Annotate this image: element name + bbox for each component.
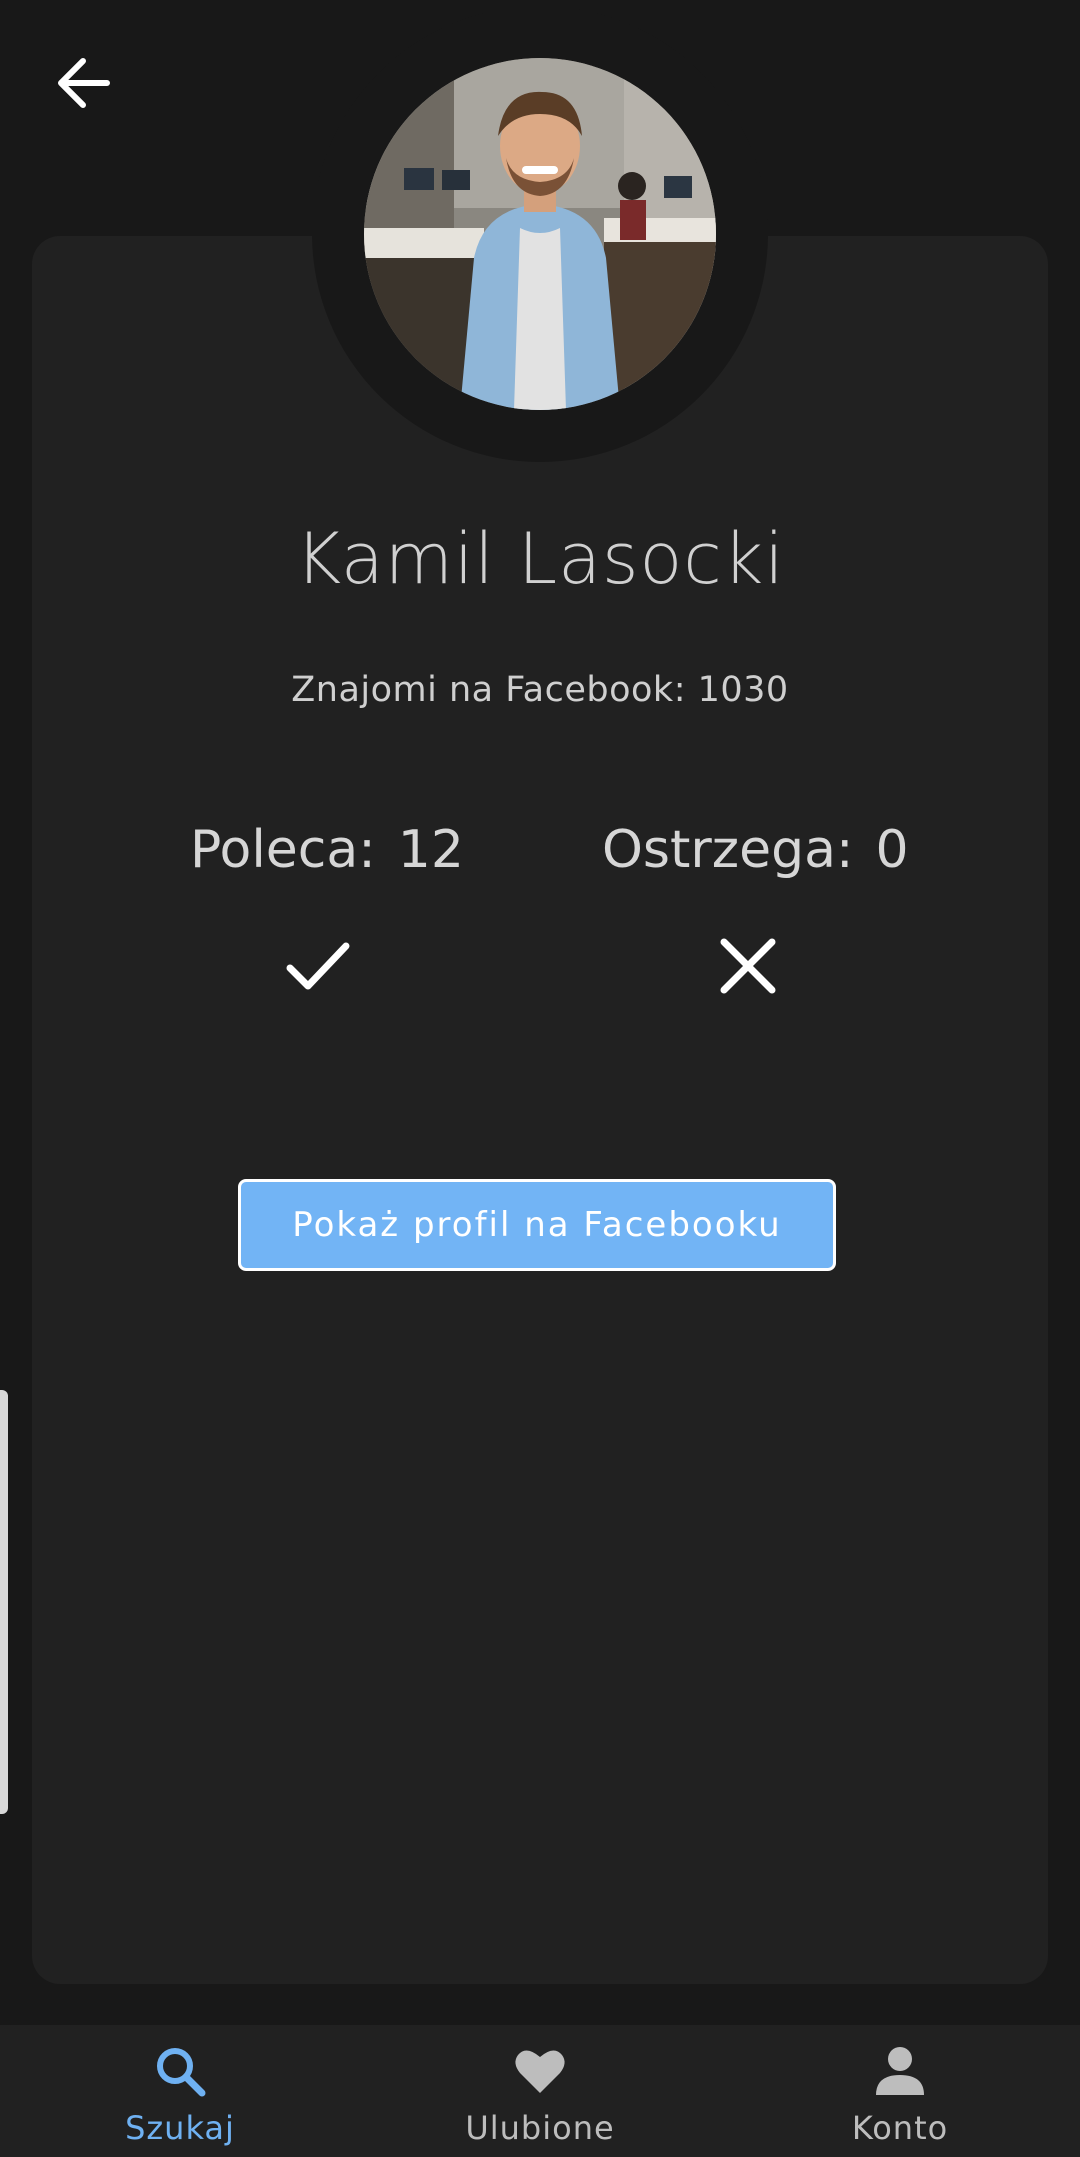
nav-label-account: Konto — [851, 2109, 949, 2147]
recommends-label: Poleca: — [190, 820, 376, 880]
nav-label-search: Szukaj — [125, 2109, 235, 2147]
warn-button[interactable] — [712, 930, 784, 1002]
nav-item-favorites[interactable]: Ulubione — [420, 2025, 660, 2157]
bottom-navigation: Szukaj Ulubione Konto — [0, 2025, 1080, 2157]
nav-label-favorites: Ulubione — [465, 2109, 615, 2147]
warns-stat: Ostrzega: 0 — [602, 820, 909, 880]
person-icon — [876, 2047, 924, 2095]
profile-screen: Kamil Lasocki Znajomi na Facebook: 1030 … — [0, 0, 1080, 2157]
nav-item-search[interactable]: Szukaj — [60, 2025, 300, 2157]
show-facebook-profile-button[interactable]: Pokaż profil na Facebooku — [238, 1179, 836, 1271]
back-button[interactable] — [48, 48, 118, 118]
close-icon — [720, 938, 776, 994]
check-icon — [286, 942, 350, 990]
recommend-button[interactable] — [282, 930, 354, 1002]
arrow-left-icon — [58, 58, 110, 108]
profile-card — [32, 236, 1048, 1984]
warns-label: Ostrzega: — [602, 820, 854, 880]
warns-value: 0 — [875, 820, 909, 880]
facebook-friends-count: Znajomi na Facebook: 1030 — [291, 670, 789, 710]
side-drawer-handle[interactable] — [0, 1390, 8, 1814]
recommends-value: 12 — [397, 820, 464, 880]
nav-item-account[interactable]: Konto — [780, 2025, 1020, 2157]
search-icon — [157, 2048, 206, 2097]
profile-name: Kamil Lasocki — [295, 518, 785, 600]
recommends-stat: Poleca: 12 — [190, 820, 464, 880]
heart-icon — [515, 2050, 565, 2093]
avatar — [364, 58, 716, 410]
